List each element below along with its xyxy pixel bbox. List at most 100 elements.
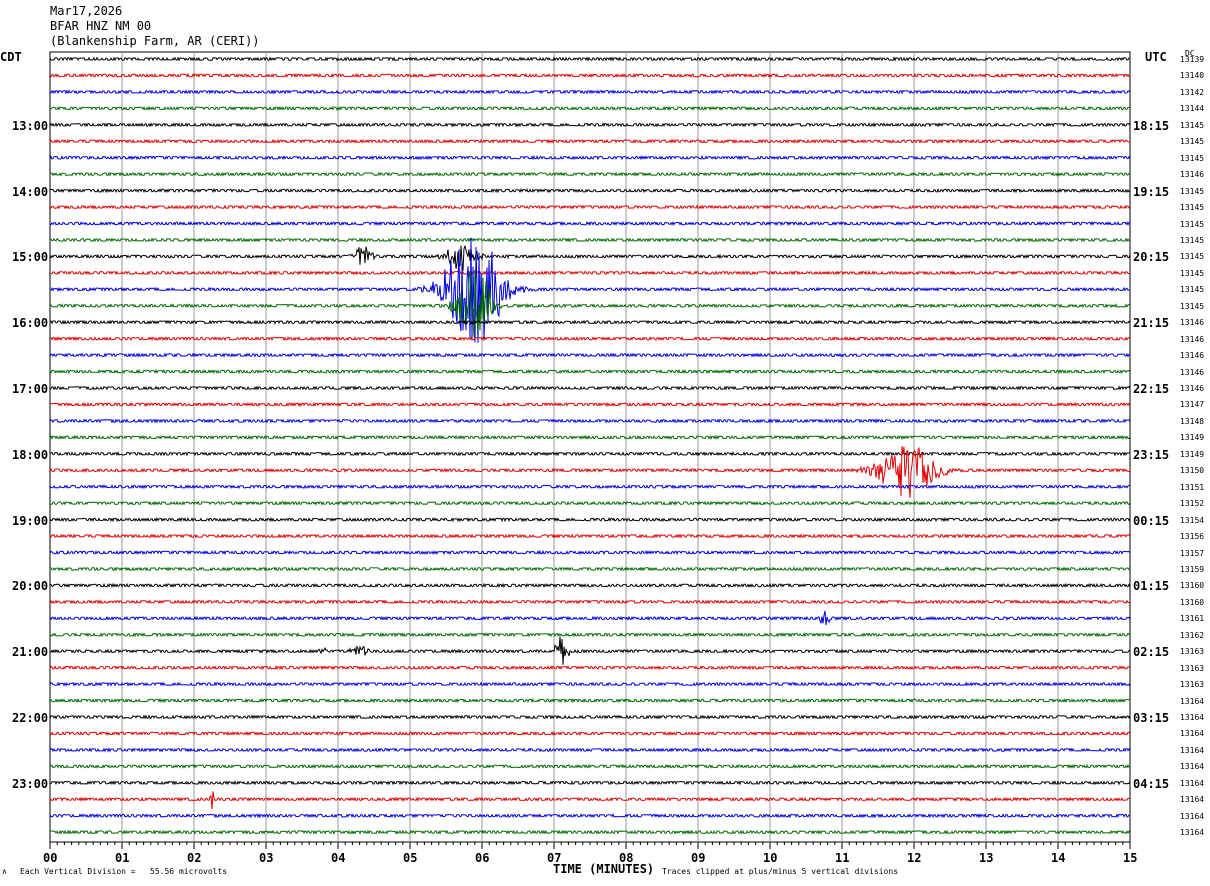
- x-tick-label: 12: [907, 851, 922, 865]
- dc-offset-label: 13145: [1180, 252, 1205, 262]
- dc-offset-label: 13147: [1180, 400, 1205, 410]
- right-hour-label: 03:15: [1133, 711, 1170, 725]
- trace-38: [49, 681, 1131, 687]
- trace-2: [49, 89, 1131, 95]
- dc-offset-label: 13163: [1180, 647, 1205, 657]
- dc-offset-label: 13163: [1180, 663, 1205, 673]
- x-tick-label: 14: [1051, 851, 1066, 865]
- dc-offset-label: 13160: [1180, 581, 1205, 591]
- trace-18: [49, 352, 1131, 358]
- dc-offset-label: 13146: [1180, 318, 1205, 328]
- trace-13: [49, 270, 1131, 276]
- x-tick-label: 06: [475, 851, 490, 865]
- dc-offset-label: 13149: [1180, 433, 1205, 443]
- right-hour-label: 21:15: [1133, 316, 1170, 331]
- dc-offset-label: 13145: [1180, 186, 1205, 196]
- trace-42: [49, 747, 1131, 753]
- x-tick-label: 01: [115, 851, 130, 865]
- dc-offset-label: 13149: [1180, 449, 1205, 459]
- dc-offset-label: 13145: [1180, 235, 1205, 245]
- trace-24: [49, 451, 1131, 457]
- dc-offset-label: 13162: [1180, 630, 1205, 640]
- trace-16: [49, 319, 1131, 325]
- trace-7: [50, 171, 1131, 177]
- right-hour-label: 18:15: [1133, 118, 1170, 133]
- dc-offset-label: 13146: [1180, 334, 1205, 344]
- trace-9: [49, 204, 1131, 210]
- dc-offset-label: 13164: [1180, 811, 1205, 821]
- trace-14: [50, 237, 1131, 343]
- trace-0: [49, 56, 1131, 62]
- trace-12: [49, 244, 1131, 271]
- trace-47: [49, 829, 1131, 835]
- right-hour-label: 04:15: [1133, 776, 1170, 791]
- dc-offset-label: 13159: [1180, 564, 1205, 574]
- trace-15: [50, 269, 1131, 338]
- dc-offset-label: 13150: [1180, 466, 1205, 476]
- trace-46: [49, 813, 1131, 819]
- trace-3: [49, 105, 1131, 111]
- dc-offset-label: 13145: [1180, 137, 1205, 147]
- trace-17: [49, 336, 1131, 342]
- dc-offset-label: 13160: [1180, 597, 1205, 607]
- trace-28: [49, 516, 1131, 523]
- dc-offset-label: 13157: [1180, 548, 1205, 558]
- right-hour-label: 00:15: [1133, 513, 1170, 528]
- dc-offset-label: 13146: [1180, 351, 1205, 361]
- dc-offset-label: 13146: [1180, 367, 1205, 377]
- dc-offset-label: 13164: [1180, 828, 1205, 838]
- left-hour-label: 14:00: [12, 184, 49, 199]
- dc-offset-label: 13145: [1180, 120, 1205, 130]
- trace-22: [49, 418, 1131, 424]
- left-hour-label: 13:00: [12, 118, 49, 133]
- dc-offset-label: 13152: [1180, 499, 1205, 509]
- right-hour-label: 01:15: [1133, 579, 1170, 594]
- x-tick-label: 13: [979, 851, 994, 865]
- dc-offset-label: 13164: [1180, 778, 1205, 788]
- dc-offset-label: 13142: [1180, 87, 1205, 97]
- trace-37: [49, 665, 1130, 671]
- dc-offset-label: 13145: [1180, 203, 1205, 213]
- dc-offset-label: 13145: [1180, 268, 1205, 278]
- trace-23: [49, 434, 1131, 440]
- left-hour-label: 16:00: [12, 316, 49, 331]
- trace-1: [49, 72, 1131, 78]
- right-hour-label: 22:15: [1133, 382, 1170, 396]
- dc-offset-label: 13163: [1180, 680, 1205, 690]
- x-axis-label: TIME (MINUTES): [553, 862, 655, 876]
- right-hour-label: 20:15: [1133, 250, 1170, 265]
- dc-offset-label: 13145: [1180, 285, 1205, 295]
- footer-clip-note: Traces clipped at plus/minus 5 vertical …: [662, 867, 899, 876]
- dc-offset-label: 13145: [1180, 153, 1205, 163]
- right-hour-label: 02:15: [1133, 645, 1170, 660]
- x-tick-label: 04: [331, 851, 346, 865]
- dc-offset-label: 13164: [1180, 696, 1205, 706]
- trace-11: [49, 237, 1131, 243]
- dc-offset-label: 13144: [1180, 104, 1205, 114]
- left-hour-label: 18:00: [12, 447, 49, 462]
- left-hour-label: 23:00: [12, 776, 49, 791]
- dc-offset-label: 13164: [1180, 762, 1205, 772]
- trace-6: [49, 155, 1131, 161]
- trace-36: [50, 636, 1131, 665]
- dc-offset-label: 13146: [1180, 170, 1205, 180]
- trace-20: [49, 385, 1131, 391]
- x-tick-label: 00: [43, 851, 58, 865]
- dc-offset-label: 13145: [1180, 219, 1205, 229]
- left-hour-label: 17:00: [12, 382, 49, 396]
- right-hour-label: 23:15: [1133, 447, 1170, 462]
- left-hour-label: 21:00: [12, 645, 49, 660]
- dc-offset-label: 13164: [1180, 745, 1205, 755]
- x-tick-label: 09: [691, 851, 706, 865]
- trace-41: [49, 730, 1131, 737]
- x-tick-label: 03: [259, 851, 274, 865]
- left-hour-label: 19:00: [12, 513, 49, 528]
- trace-39: [49, 697, 1131, 704]
- x-tick-label: 05: [403, 851, 418, 865]
- trace-43: [49, 763, 1131, 769]
- left-hour-label: 20:00: [12, 579, 49, 594]
- trace-27: [49, 500, 1131, 506]
- dc-offset-label: 13148: [1180, 416, 1205, 426]
- left-hour-label: 15:00: [12, 250, 49, 265]
- dc-offset-label: 13164: [1180, 713, 1205, 722]
